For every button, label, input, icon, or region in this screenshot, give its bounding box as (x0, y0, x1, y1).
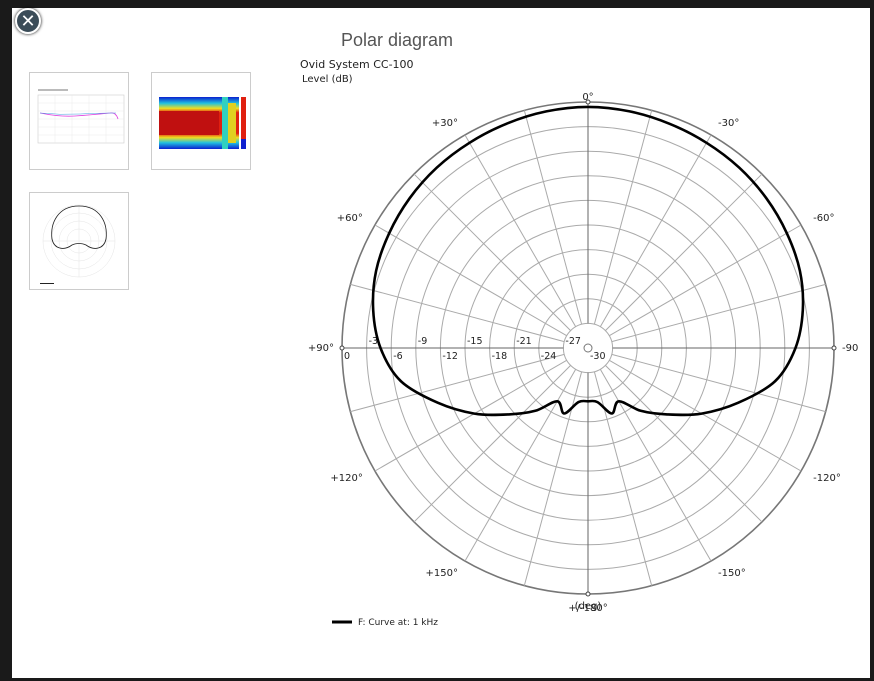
close-button[interactable]: ✕ (15, 8, 41, 34)
grid-spoke (605, 365, 763, 523)
grid-spoke (605, 173, 763, 331)
angle-unit-label: (deg) (575, 601, 602, 612)
radial-tick-label: -21 (516, 336, 532, 347)
grid-spoke (523, 371, 583, 586)
chart-ylabel: Level (dB) (302, 74, 353, 85)
legend-label: F: Curve at: 1 kHz (358, 618, 438, 628)
chart-title: Ovid System CC-100 (300, 58, 414, 71)
radial-tick-label: -15 (467, 336, 483, 347)
radial-tick-label: -30 (590, 351, 606, 362)
heatmap-thumbnail-image (159, 97, 246, 149)
axis-end-marker (831, 345, 837, 351)
grid-spoke (523, 110, 583, 325)
radial-tick-label: -6 (393, 351, 402, 362)
grid-spoke (413, 173, 571, 331)
heatmap-thumbnail[interactable] (151, 72, 251, 170)
angle-tick-labels: 0° +30° -30° +60° -60° +90° -90° +120° -120° +150… (308, 92, 858, 614)
dialog-title: Polar diagram (340, 30, 454, 50)
angle-tick-label: -120° (813, 473, 841, 484)
grid-spoke (611, 353, 826, 413)
angle-tick-label: -30° (718, 118, 739, 129)
angle-tick-label: +120° (330, 473, 362, 484)
angle-tick-label: +30° (432, 118, 458, 129)
polar-chart: Ovid System CC-100 Level (dB) 0-3-6-9-12… (300, 58, 858, 628)
grid-spoke (593, 371, 653, 586)
grid-spoke (413, 365, 571, 523)
grid-spoke (611, 283, 826, 343)
legend: F: Curve at: 1 kHz (332, 618, 438, 628)
angle-tick-label: -90° (842, 343, 858, 354)
angle-tick-label: -150° (718, 568, 746, 579)
grid-spoke (350, 283, 565, 343)
angle-tick-label: -60° (813, 213, 834, 224)
frequency-response-thumbnail[interactable] (29, 72, 129, 170)
radial-tick-label: 0 (344, 351, 350, 362)
grid-spoke (593, 110, 653, 325)
close-icon: ✕ (20, 11, 36, 32)
angle-tick-label: +150° (426, 568, 458, 579)
radial-tick-label: -24 (541, 351, 557, 362)
angle-tick-label: 0° (582, 92, 593, 103)
polar-diagram-dialog: Polar diagram Ovid System CC-100 Level (… (12, 8, 870, 678)
frequency-response-thumbnail-image (37, 89, 125, 144)
radial-tick-labels: 0-3-6-9-12-15-18-21-24-27-30 (344, 336, 606, 362)
grid-spoke (350, 353, 565, 413)
radial-tick-label: -12 (442, 351, 458, 362)
axis-end-marker (585, 591, 591, 597)
radial-tick-label: -18 (492, 351, 508, 362)
axis-end-marker (339, 345, 345, 351)
radial-tick-label: -27 (565, 336, 581, 347)
polar-thumbnail-image (40, 204, 116, 284)
angle-tick-label: +60° (337, 213, 363, 224)
radial-tick-label: -9 (418, 336, 427, 347)
angle-tick-label: +90° (308, 343, 334, 354)
polar-thumbnail[interactable] (29, 192, 129, 290)
